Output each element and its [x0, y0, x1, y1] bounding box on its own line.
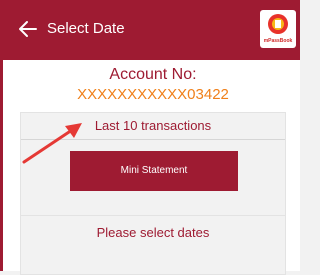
app-logo: mPassBook: [260, 10, 296, 48]
arrow-left-icon[interactable]: [18, 19, 38, 39]
logo-text: mPassBook: [263, 38, 293, 44]
app-bar: Select Date mPassBook: [0, 0, 300, 60]
dates-card: Please select dates: [20, 215, 286, 275]
dates-heading: Please select dates: [96, 225, 210, 240]
annotation-arrow-icon: [22, 123, 82, 164]
passbook-logo-icon: [268, 14, 288, 34]
mini-statement-button[interactable]: Mini Statement: [70, 151, 238, 191]
account-number: XXXXXXXXXXX03422: [77, 86, 229, 103]
page-title: Select Date: [47, 20, 125, 37]
account-label: Account No:: [109, 66, 197, 83]
